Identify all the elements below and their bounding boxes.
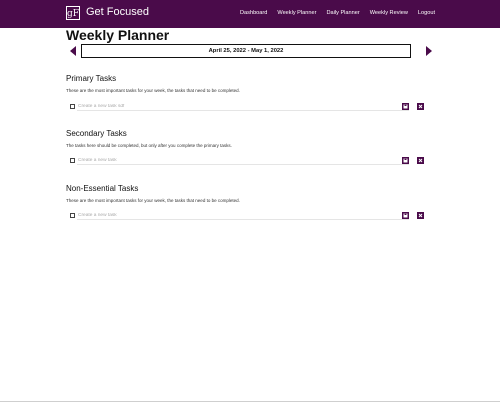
task-checkbox[interactable] bbox=[70, 213, 75, 218]
delete-icon[interactable] bbox=[417, 212, 424, 219]
nav-menu: Dashboard Weekly Planner Daily Planner W… bbox=[240, 10, 435, 16]
logo[interactable]: gF bbox=[66, 6, 80, 20]
new-task-input[interactable] bbox=[77, 211, 409, 220]
save-icon[interactable] bbox=[402, 212, 409, 219]
section-title-secondary: Secondary Tasks bbox=[66, 129, 127, 138]
nav-dashboard[interactable]: Dashboard bbox=[240, 10, 267, 16]
top-navbar: gF Get Focused Dashboard Weekly Planner … bbox=[0, 0, 500, 28]
task-checkbox[interactable] bbox=[70, 104, 75, 109]
task-row-primary bbox=[70, 102, 432, 112]
task-row-secondary bbox=[70, 156, 432, 166]
task-checkbox[interactable] bbox=[70, 158, 75, 163]
nav-logout[interactable]: Logout bbox=[418, 10, 435, 16]
section-description-non-essential: These are the most important tasks for y… bbox=[66, 198, 240, 203]
next-week-arrow-icon[interactable] bbox=[426, 46, 432, 56]
section-title-non-essential: Non-Essential Tasks bbox=[66, 184, 139, 193]
previous-week-arrow-icon[interactable] bbox=[70, 46, 76, 56]
page-title: Weekly Planner bbox=[66, 27, 170, 43]
week-range: April 25, 2022 - May 1, 2022 bbox=[81, 44, 411, 58]
page-bottom-divider bbox=[0, 401, 500, 402]
save-icon[interactable] bbox=[402, 103, 409, 110]
week-selector: April 25, 2022 - May 1, 2022 bbox=[66, 43, 432, 59]
section-description-primary: These are the most important tasks for y… bbox=[66, 88, 240, 93]
section-title-primary: Primary Tasks bbox=[66, 74, 117, 83]
save-icon[interactable] bbox=[402, 157, 409, 164]
task-row-non-essential bbox=[70, 211, 432, 221]
nav-weekly-review[interactable]: Weekly Review bbox=[370, 10, 408, 16]
brand-name[interactable]: Get Focused bbox=[86, 6, 149, 18]
nav-daily-planner[interactable]: Daily Planner bbox=[326, 10, 359, 16]
new-task-input[interactable] bbox=[77, 156, 409, 165]
section-description-secondary: The tasks here should be completed, but … bbox=[66, 143, 232, 148]
delete-icon[interactable] bbox=[417, 157, 424, 164]
delete-icon[interactable] bbox=[417, 103, 424, 110]
nav-weekly-planner[interactable]: Weekly Planner bbox=[277, 10, 316, 16]
new-task-input[interactable] bbox=[77, 102, 409, 111]
